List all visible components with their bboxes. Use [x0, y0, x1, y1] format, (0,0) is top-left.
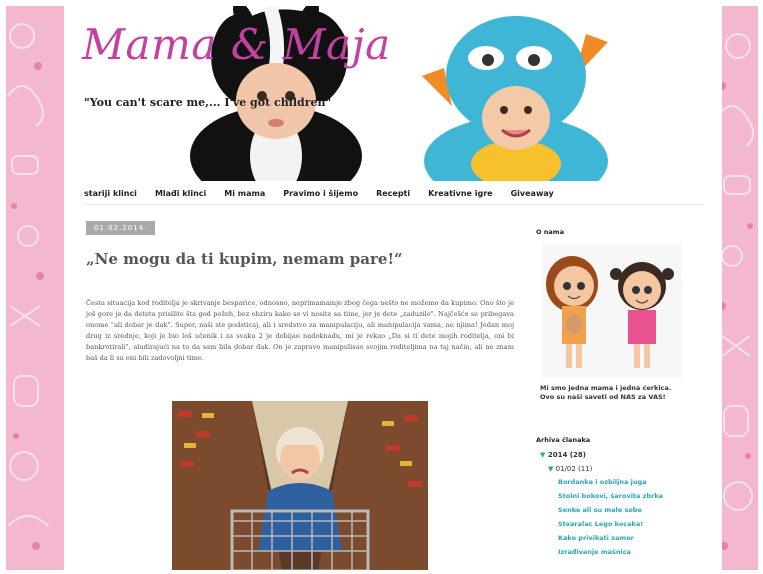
archive-post-link[interactable]: Stvaralac Lego kocaka! [558, 520, 688, 528]
about-heading: O nama [536, 228, 564, 236]
post-image-crying-child [172, 401, 428, 570]
archive-year-toggle[interactable]: ▼ 2014 (28) [540, 451, 586, 459]
archive-post-link[interactable]: Kako privikati zamor [558, 534, 688, 542]
archive-post-list: Bordanka i ozbiljna juga Stolni bokovi, … [558, 478, 688, 562]
archive-month-label[interactable]: 01/02 (11) [556, 465, 593, 473]
expand-triangle-icon: ▼ [548, 465, 556, 473]
post-title[interactable]: „Ne mogu da ti kupim, nemam pare!“ [86, 250, 403, 268]
blog-title[interactable]: Mama & Maja [82, 20, 391, 69]
archive-post-link[interactable]: Izrađivanje mašnica [558, 548, 688, 556]
nav-item-recepti[interactable]: Recepti [376, 189, 410, 198]
sidebar: O nama Mi smo jedna mama i jedna ćerkica… [536, 6, 686, 570]
nav-item-stariji-klinci[interactable]: stariji klinci [84, 189, 137, 198]
nav-item-pravimo-sijemo[interactable]: Pravimo i šijemo [283, 189, 358, 198]
about-illustration [542, 244, 682, 378]
post-date-badge: 01.02.2014. [86, 221, 156, 235]
nav-item-mladji-klinci[interactable]: Mlađi klinci [155, 189, 206, 198]
background-pattern-left [6, 6, 50, 570]
nav-item-kreativne-igre[interactable]: Kreativne igre [428, 189, 493, 198]
nav-item-mi-mama[interactable]: Mi mama [224, 189, 265, 198]
archive-month-toggle[interactable]: ▼ 01/02 (11) [548, 465, 592, 473]
archive-post-link[interactable]: Bordanka i ozbiljna juga [558, 478, 688, 486]
archive-heading: Arhiva članaka [536, 436, 591, 444]
archive-year-label[interactable]: 2014 (28) [548, 451, 586, 459]
blog-page: Mama & Maja "You can't scare me,... I've… [64, 6, 722, 570]
about-text: Mi smo jedna mama i jedna ćerkica. Ovo s… [540, 384, 672, 401]
blog-tagline: "You can't scare me,... I've got childre… [84, 96, 332, 109]
archive-post-link[interactable]: Senke ali su male sobe [558, 506, 688, 514]
expand-triangle-icon: ▼ [540, 451, 548, 459]
post-body: Česta situacija kod roditelja je skrivan… [86, 299, 514, 362]
page-frame: Mama & Maja "You can't scare me,... I've… [6, 6, 758, 570]
archive-post-link[interactable]: Stolni bokovi, šarovita zbrka [558, 492, 688, 500]
